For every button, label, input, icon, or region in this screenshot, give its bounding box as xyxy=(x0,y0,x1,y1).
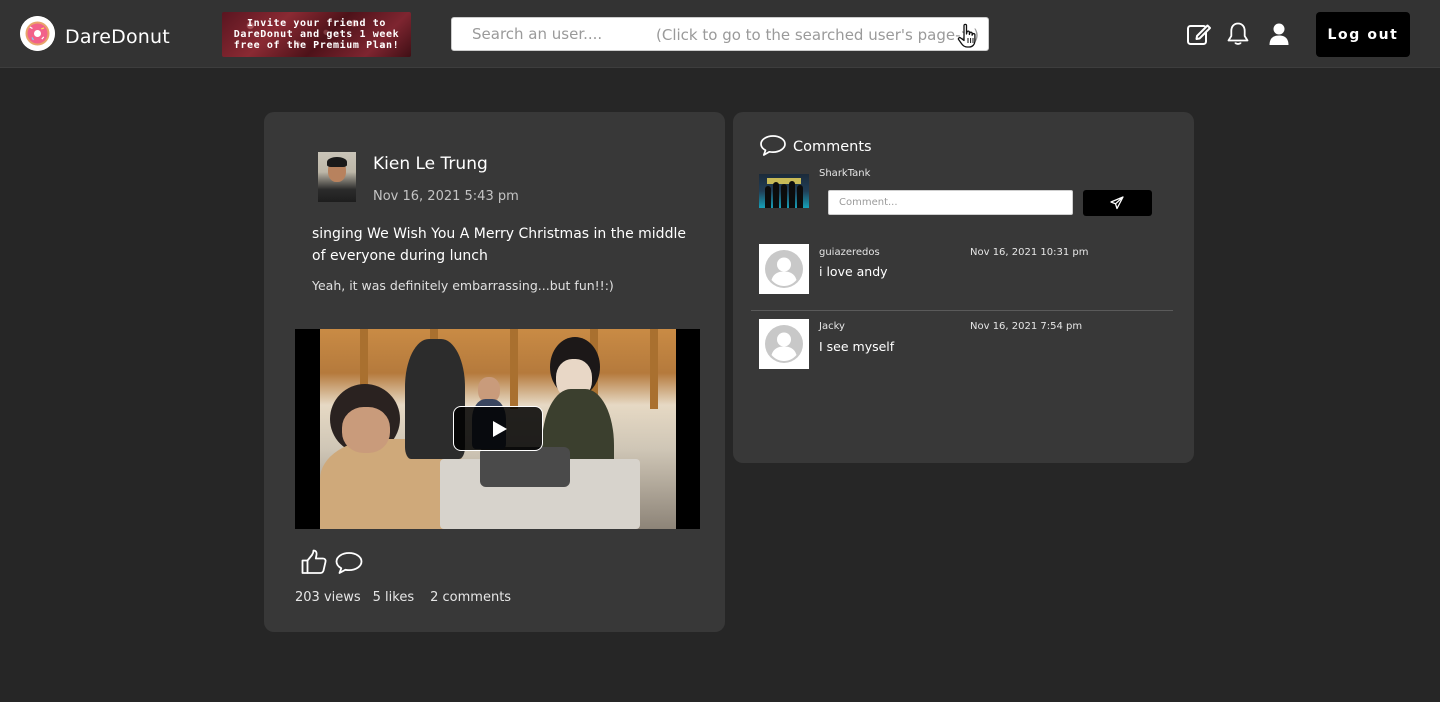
app-name: DareDonut xyxy=(65,25,170,48)
user-icon[interactable] xyxy=(1266,21,1292,47)
bell-icon[interactable] xyxy=(1225,21,1251,47)
edit-icon[interactable] xyxy=(1186,21,1212,47)
comment-date: Nov 16, 2021 7:54 pm xyxy=(970,321,1083,332)
post-author-name[interactable]: Kien Le Trung xyxy=(373,154,488,174)
comment-item: Jacky Nov 16, 2021 7:54 pm I see myself xyxy=(751,310,1173,380)
post-body: Yeah, it was definitely embarrassing...b… xyxy=(312,278,614,293)
comment-input[interactable] xyxy=(828,190,1073,215)
post-video[interactable] xyxy=(295,329,700,529)
default-avatar-icon xyxy=(759,319,809,369)
search-input[interactable] xyxy=(452,18,652,50)
post-date: Nov 16, 2021 5:43 pm xyxy=(373,189,519,204)
comment-bubble-icon[interactable] xyxy=(334,550,364,576)
search-hint: (Click to go to the searched user's page… xyxy=(656,26,979,44)
hand-pointer-icon[interactable] xyxy=(955,22,981,50)
logout-button[interactable]: Log out xyxy=(1316,12,1410,57)
comments-title: Comments xyxy=(793,139,872,155)
comment-text: i love andy xyxy=(819,264,888,279)
comment-date: Nov 16, 2021 10:31 pm xyxy=(970,247,1089,258)
author-avatar[interactable] xyxy=(318,152,356,202)
comments-count[interactable]: 2 comments xyxy=(430,590,511,605)
paper-plane-icon xyxy=(1110,196,1124,210)
current-user-name: SharkTank xyxy=(819,168,871,179)
likes-count: 5 likes xyxy=(372,590,415,605)
user-search[interactable]: (Click to go to the searched user's page… xyxy=(451,17,989,51)
views-count: 203 views xyxy=(295,590,361,605)
comment-username[interactable]: Jacky xyxy=(819,321,845,332)
promo-banner[interactable]: Invite your friend to DareDonut and gets… xyxy=(222,12,411,57)
comment-username[interactable]: guiazeredos xyxy=(819,247,880,258)
navbar: DareDonut Invite your friend to DareDonu… xyxy=(0,0,1440,68)
comment-item: guiazeredos Nov 16, 2021 10:31 pm i love… xyxy=(751,236,1173,306)
send-comment-button[interactable] xyxy=(1083,190,1152,216)
comment-bubble-icon xyxy=(760,135,786,156)
post-card: Kien Le Trung Nov 16, 2021 5:43 pm singi… xyxy=(264,112,725,632)
default-avatar-icon xyxy=(759,244,809,294)
comments-card: Comments SharkTank guiazeredos Nov 16, 2… xyxy=(733,112,1194,463)
commenter-avatar[interactable] xyxy=(759,319,809,369)
avatar-hair xyxy=(327,157,347,167)
post-title: singing We Wish You A Merry Christmas in… xyxy=(312,226,686,264)
promo-text: Invite your friend to DareDonut and gets… xyxy=(233,18,400,51)
commenter-avatar[interactable] xyxy=(759,244,809,294)
donut-logo-icon xyxy=(20,16,55,51)
thumbs-up-icon[interactable] xyxy=(300,548,328,576)
post-stats: 203 views 5 likes 2 comments xyxy=(295,590,523,605)
brand[interactable]: DareDonut xyxy=(20,16,170,51)
comment-text: I see myself xyxy=(819,339,895,354)
video-play-button[interactable] xyxy=(453,406,543,451)
current-user-avatar[interactable] xyxy=(759,174,809,208)
